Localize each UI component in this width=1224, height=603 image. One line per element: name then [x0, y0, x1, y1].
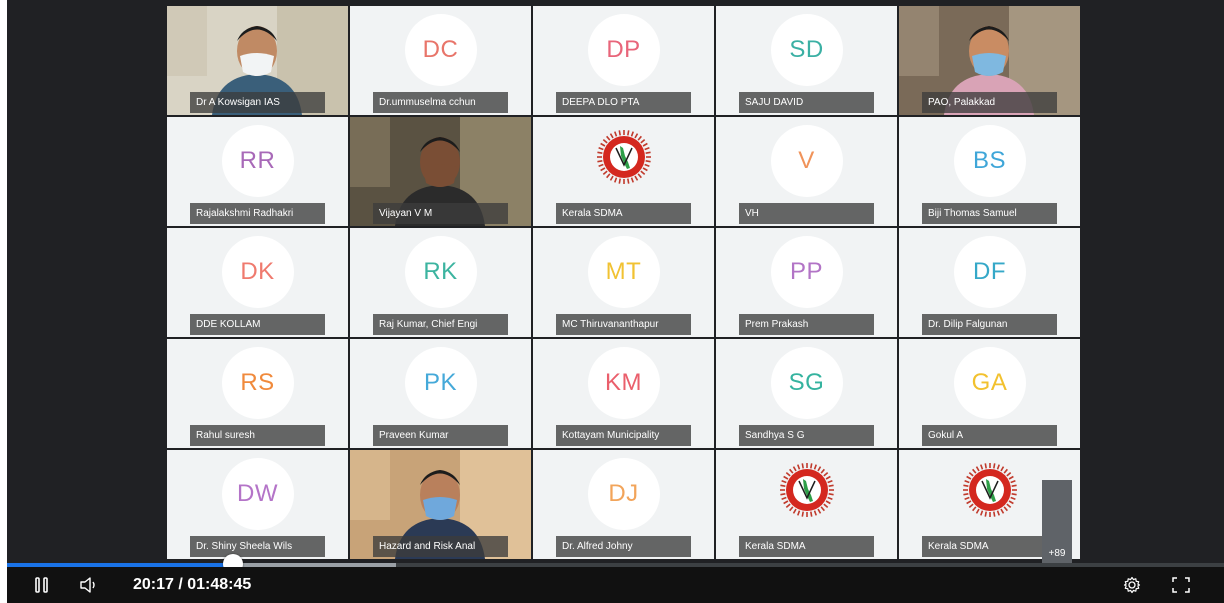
- participant-tile-mc-thiruvananthapur[interactable]: MT MC Thiruvananthapur: [533, 228, 714, 337]
- participant-tile-dr-ummuselma-cchun[interactable]: DC Dr.ummuselma cchun: [350, 6, 531, 115]
- participant-name-label: Prem Prakash: [739, 314, 874, 335]
- participant-tile-dr-dilip-falgunan[interactable]: DF Dr. Dilip Falgunan: [899, 228, 1080, 337]
- participant-avatar: GA: [953, 347, 1026, 419]
- participant-tile-gokul-a[interactable]: GA Gokul A: [899, 339, 1080, 448]
- participant-tile-dr-shiny-sheela-wils[interactable]: DW Dr. Shiny Sheela Wils: [167, 450, 348, 559]
- more-participants-count: +89: [1048, 548, 1066, 559]
- kerala-sdma-logo: [779, 463, 834, 517]
- participant-name-label: DDE KOLLAM: [190, 314, 325, 335]
- participant-avatar: DK: [221, 236, 294, 308]
- participant-name-label: Kerala SDMA: [922, 536, 1057, 557]
- player-controls: 20:17 / 01:48:45: [7, 567, 1224, 603]
- participant-tile-rahul-suresh[interactable]: RS Rahul suresh: [167, 339, 348, 448]
- participant-avatar: PK: [404, 347, 477, 419]
- participant-name-label: Dr A Kowsigan IAS: [190, 92, 325, 113]
- participant-name-label: Kottayam Municipality: [556, 425, 691, 446]
- participant-avatar: RS: [221, 347, 294, 419]
- participant-tile-kottayam-municipality[interactable]: KM Kottayam Municipality: [533, 339, 714, 448]
- participant-name-label: Vijayan V M: [373, 203, 508, 224]
- participant-tile-dr-alfred-johny[interactable]: DJ Dr. Alfred Johny: [533, 450, 714, 559]
- participant-name-label: Gokul A: [922, 425, 1057, 446]
- more-participants-tab[interactable]: +89: [1042, 480, 1072, 563]
- participant-name-label: Dr. Shiny Sheela Wils: [190, 536, 325, 557]
- participant-name-label: Dr.ummuselma cchun: [373, 92, 508, 113]
- participant-avatar: RR: [221, 125, 294, 197]
- participant-avatar: V: [770, 125, 843, 197]
- participant-name-label: Sandhya S G: [739, 425, 874, 446]
- participant-name-label: Rahul suresh: [190, 425, 325, 446]
- participant-name-label: Hazard and Risk Anal: [373, 536, 508, 557]
- participant-tile-dr-a-kowsigan-ias[interactable]: Dr A Kowsigan IAS: [167, 6, 348, 115]
- participant-avatar: DC: [404, 14, 477, 86]
- participant-avatar: SG: [770, 347, 843, 419]
- participant-name-label: DEEPA DLO PTA: [556, 92, 691, 113]
- participant-tile-vijayan-v-m[interactable]: Vijayan V M: [350, 117, 531, 226]
- participant-avatar: DJ: [587, 458, 660, 530]
- participant-name-label: SAJU DAVID: [739, 92, 874, 113]
- participant-name-label: Rajalakshmi Radhakri: [190, 203, 325, 224]
- participant-name-label: Praveen Kumar: [373, 425, 508, 446]
- participant-name-label: Kerala SDMA: [739, 536, 874, 557]
- participant-avatar: PP: [770, 236, 843, 308]
- fullscreen-icon: [1172, 577, 1190, 593]
- participant-tile-hazard-and-risk-anal[interactable]: Hazard and Risk Anal: [350, 450, 531, 559]
- participant-tile-saju-david[interactable]: SD SAJU DAVID: [716, 6, 897, 115]
- participant-grid: Dr A Kowsigan IAS DC Dr.ummuselma cchun DP D…: [167, 6, 1080, 559]
- participant-tile-vh[interactable]: V VH: [716, 117, 897, 226]
- time-display: 20:17 / 01:48:45: [133, 576, 252, 593]
- participant-tile-raj-kumar-chief-engi[interactable]: RK Raj Kumar, Chief Engi: [350, 228, 531, 337]
- participant-avatar: DP: [587, 14, 660, 86]
- gear-icon: [1123, 576, 1141, 594]
- participant-avatar: RK: [404, 236, 477, 308]
- participant-name-label: MC Thiruvananthapur: [556, 314, 691, 335]
- participant-avatar: DF: [953, 236, 1026, 308]
- participant-name-label: VH: [739, 203, 874, 224]
- participant-tile-rajalakshmi-radhakri[interactable]: RR Rajalakshmi Radhakri: [167, 117, 348, 226]
- pause-button[interactable]: [35, 573, 49, 597]
- video-stage[interactable]: Dr A Kowsigan IAS DC Dr.ummuselma cchun DP D…: [7, 0, 1224, 563]
- participant-tile-deepa-dlo-pta[interactable]: DP DEEPA DLO PTA: [533, 6, 714, 115]
- participant-tile-pao-palakkad[interactable]: PAO, Palakkad: [899, 6, 1080, 115]
- participant-avatar: BS: [953, 125, 1026, 197]
- participant-avatar: DW: [221, 458, 294, 530]
- participant-avatar: MT: [587, 236, 660, 308]
- participant-tile-sandhya-s-g[interactable]: SG Sandhya S G: [716, 339, 897, 448]
- participant-name-label: PAO, Palakkad: [922, 92, 1057, 113]
- participant-tile-kerala-sdma[interactable]: Kerala SDMA: [716, 450, 897, 559]
- participant-name-label: Raj Kumar, Chief Engi: [373, 314, 508, 335]
- participant-name-label: Biji Thomas Samuel: [922, 203, 1057, 224]
- participant-tile-prem-prakash[interactable]: PP Prem Prakash: [716, 228, 897, 337]
- volume-button[interactable]: [79, 573, 99, 597]
- participant-tile-praveen-kumar[interactable]: PK Praveen Kumar: [350, 339, 531, 448]
- fullscreen-button[interactable]: [1171, 573, 1191, 597]
- participant-tile-biji-thomas-samuel[interactable]: BS Biji Thomas Samuel: [899, 117, 1080, 226]
- participant-avatar: SD: [770, 14, 843, 86]
- participant-avatar: KM: [587, 347, 660, 419]
- participant-name-label: Kerala SDMA: [556, 203, 691, 224]
- volume-icon: [80, 577, 95, 593]
- pause-icon: [35, 577, 48, 593]
- participant-name-label: Dr. Alfred Johny: [556, 536, 691, 557]
- kerala-sdma-logo: [962, 463, 1017, 517]
- participant-tile-dde-kollam[interactable]: DK DDE KOLLAM: [167, 228, 348, 337]
- participant-name-label: Dr. Dilip Falgunan: [922, 314, 1057, 335]
- kerala-sdma-logo: [596, 130, 651, 184]
- settings-button[interactable]: [1123, 573, 1141, 597]
- participant-tile-kerala-sdma[interactable]: Kerala SDMA: [533, 117, 714, 226]
